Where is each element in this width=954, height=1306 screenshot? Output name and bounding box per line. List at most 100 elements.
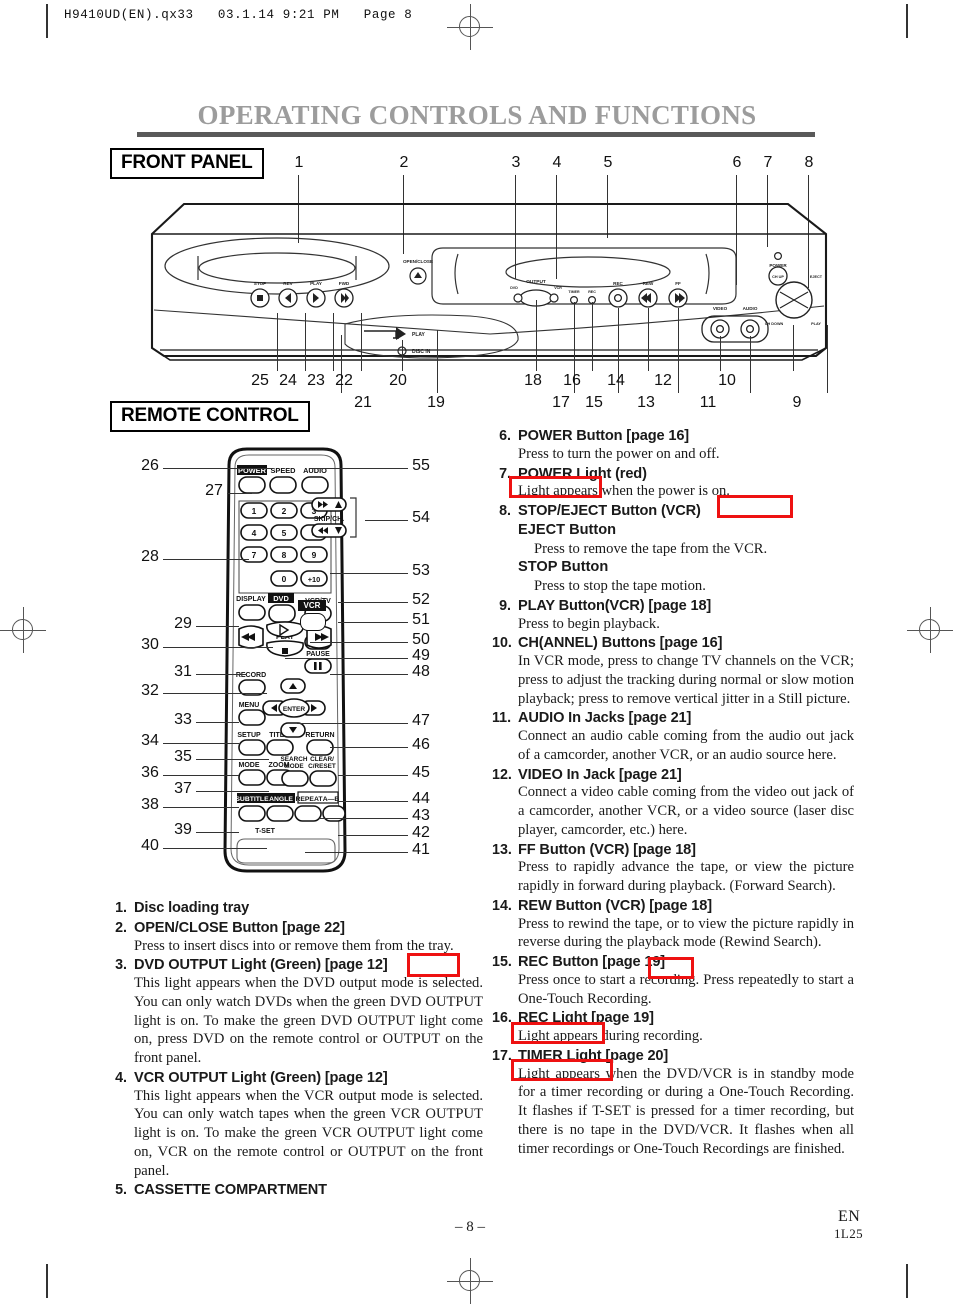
leader-27 — [227, 493, 252, 495]
front-panel-callout-13: 13 — [637, 394, 655, 411]
remote-label-subtitle: SUBTITLE — [235, 796, 269, 803]
remote-label-clear: CLEAR/ — [310, 756, 334, 763]
leader-42 — [338, 835, 408, 837]
front-panel-callout-9: 9 — [792, 394, 802, 411]
item-body-6: Press to turn the power on and off. — [518, 445, 720, 462]
front-panel-callout-18: 18 — [524, 372, 542, 389]
item-number-2: 2. — [115, 919, 127, 936]
remote-callout-42: 42 — [412, 824, 430, 841]
item-heading-11: AUDIO In Jacks [page 21] — [518, 710, 692, 727]
front-panel-callout-16: 16 — [563, 372, 581, 389]
list-item-7: 7. POWER Light (red) Light appears when … — [492, 465, 854, 502]
remote-label-creset: C/RESET — [308, 763, 336, 770]
item-heading-17: TIMER Light [page 20] — [518, 1047, 669, 1064]
leader-30 — [163, 647, 273, 649]
left-text-column: 1. Disc loading tray 2. OPEN/CLOSE Butto… — [108, 898, 483, 1200]
front-panel-callout-7: 7 — [763, 154, 773, 171]
item-heading-4: VCR OUTPUT Light (Green) [page 12] — [134, 1069, 388, 1086]
remote-callout-28: 28 — [141, 548, 159, 565]
item-body-2: Press to insert discs into or remove the… — [134, 937, 454, 954]
leader-53 — [330, 573, 408, 575]
registration-mark-left — [0, 607, 46, 653]
item-body-11: Connect an audio cable coming from the a… — [518, 728, 854, 763]
front-panel-callout-10: 10 — [718, 372, 736, 389]
leader-line-20 — [402, 340, 404, 371]
registration-mark-bottom — [447, 1258, 493, 1304]
list-item-15: 15. REC Button [page 19] Press once to s… — [492, 953, 854, 1008]
front-panel-callout-17: 17 — [552, 394, 570, 411]
label-video: VIDEO — [713, 306, 728, 311]
label-jog-play: PLAY — [811, 322, 821, 326]
remote-label-search-mode: MODE — [284, 763, 304, 770]
item-number-3: 3. — [115, 957, 127, 974]
item-number-14: 14. — [492, 897, 512, 914]
item-number-17: 17. — [492, 1047, 512, 1064]
item-subheading-8a: EJECT Button — [518, 521, 617, 538]
remote-key-1: 1 — [252, 506, 257, 516]
remote-vcr-button — [300, 613, 326, 631]
list-item-8: 8. STOP/EJECT Button (VCR) EJECT Button … — [492, 502, 854, 596]
front-panel-callout-15: 15 — [585, 394, 603, 411]
front-panel-callout-4: 4 — [552, 154, 562, 171]
leader-33 — [196, 722, 239, 724]
item-number-16: 16. — [492, 1010, 512, 1027]
item-subheading-8b: STOP Button — [518, 559, 609, 576]
list-item-2: 2. OPEN/CLOSE Button [page 22] Press to … — [108, 919, 483, 956]
leader-39 — [196, 832, 239, 834]
leader-52 — [338, 602, 408, 604]
leader-35 — [196, 759, 269, 761]
item-heading-10: CH(ANNEL) Buttons [page 16] — [518, 635, 723, 652]
label-timer-light: TIMER — [568, 290, 580, 294]
item-body-13: Press to rapidly advance the tape, or vi… — [518, 859, 854, 894]
item-body-10: In VCR mode, press to change TV channels… — [518, 653, 854, 707]
remote-callout-41: 41 — [412, 841, 430, 858]
remote-callout-35: 35 — [174, 748, 192, 765]
item-body-9: Press to begin playback. — [518, 615, 660, 632]
remote-label-t-set: T-SET — [255, 828, 276, 835]
list-item-3: 3. DVD OUTPUT Light (Green) [page 12] Th… — [108, 956, 483, 1068]
crop-mark-bottom-right — [906, 1264, 908, 1298]
remote-key-7: 7 — [252, 550, 257, 560]
leader-line-14 — [648, 308, 650, 371]
leader-line-19 — [437, 330, 439, 393]
front-panel-callout-1: 1 — [294, 154, 304, 171]
remote-callout-54: 54 — [412, 509, 430, 526]
front-panel-callout-11: 11 — [699, 394, 717, 411]
document-code: 1L25 — [834, 1226, 864, 1241]
label-disc-in: DISC IN — [412, 349, 431, 355]
leader-31 — [196, 674, 246, 676]
leader-line-18 — [536, 300, 538, 371]
remote-callout-37: 37 — [174, 780, 192, 797]
remote-label-a-b: A—B — [323, 796, 340, 803]
leader-41 — [305, 852, 408, 854]
label-output-dvd: DVD — [510, 286, 518, 290]
item-heading-15: REC Button [page 19] — [518, 954, 665, 970]
leader-line-13 — [678, 308, 680, 393]
registration-mark-right — [907, 607, 953, 653]
list-item-11: 11. AUDIO In Jacks [page 21] Connect an … — [492, 709, 854, 764]
leader-48 — [330, 674, 408, 676]
front-panel-callout-24: 24 — [279, 372, 297, 389]
front-panel-callout-6: 6 — [732, 154, 742, 171]
item-number-15: 15. — [492, 954, 512, 970]
label-audio: AUDIO — [743, 306, 758, 311]
item-body-3: This light appears when the DVD output m… — [134, 975, 483, 1066]
remote-label-search: SEARCH — [281, 756, 308, 763]
remote-callout-40: 40 — [141, 837, 159, 854]
item-body-16: Light appears during recording. — [518, 1028, 703, 1044]
remote-label-enter: ENTER — [283, 706, 306, 713]
leader-38 — [163, 807, 239, 809]
remote-callout-53: 53 — [412, 562, 430, 579]
label-ff: FF — [675, 281, 681, 286]
label-eject: EJECT — [810, 275, 823, 279]
front-panel-callout-23: 23 — [307, 372, 325, 389]
list-item-14: 14. REW Button (VCR) [page 18] Press to … — [492, 897, 854, 952]
list-item-16: 16. REC Light [page 19] Light appears du… — [492, 1009, 854, 1046]
remote-callout-36: 36 — [141, 764, 159, 781]
item-heading-16: REC Light [page 19] — [518, 1010, 654, 1027]
remote-callout-52: 52 — [412, 591, 430, 608]
item-body-17: Light appears when the DVD/VCR is in sta… — [518, 1065, 854, 1157]
item-number-11: 11. — [492, 710, 512, 727]
remote-label-return: RETURN — [305, 732, 334, 739]
remote-callout-43: 43 — [412, 807, 430, 824]
